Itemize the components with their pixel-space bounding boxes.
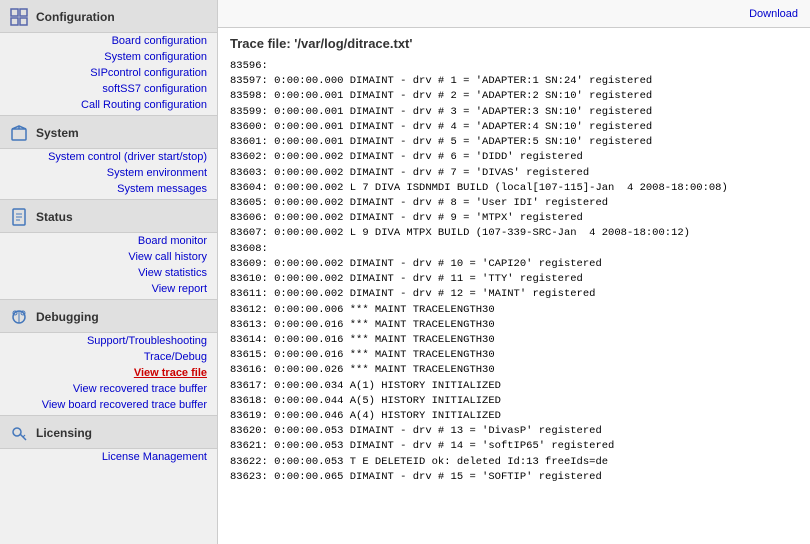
sidebar-item-board-configuration[interactable]: Board configuration <box>0 33 217 49</box>
sidebar-item-license-management[interactable]: License Management <box>0 449 217 465</box>
sidebar-item-view-board-recovered-trace-buffer[interactable]: View board recovered trace buffer <box>0 397 217 413</box>
sidebar-section-licensing: Licensing <box>0 415 217 449</box>
download-link[interactable]: Download <box>749 8 798 20</box>
main-content: Download Trace file: '/var/log/ditrace.t… <box>218 0 810 544</box>
debug-icon <box>8 306 30 328</box>
sidebar-item-softss7-configuration[interactable]: softSS7 configuration <box>0 81 217 97</box>
sidebar-item-view-statistics[interactable]: View statistics <box>0 265 217 281</box>
sidebar-section-status: Status <box>0 199 217 233</box>
trace-file-title: Trace file: '/var/log/ditrace.txt' <box>230 36 798 51</box>
sidebar-section-label-system: System <box>36 126 79 140</box>
sidebar-item-view-trace-file[interactable]: View trace file <box>0 365 217 381</box>
sidebar-item-view-recovered-trace-buffer[interactable]: View recovered trace buffer <box>0 381 217 397</box>
sidebar-item-system-configuration[interactable]: System configuration <box>0 49 217 65</box>
sidebar-item-system-environment[interactable]: System environment <box>0 165 217 181</box>
sidebar-section-label-licensing: Licensing <box>36 426 92 440</box>
sidebar-item-board-monitor[interactable]: Board monitor <box>0 233 217 249</box>
trace-log: 83596: 83597: 0:00:00.000 DIMAINT - drv … <box>230 59 798 485</box>
sidebar-section-system: System <box>0 115 217 149</box>
key-icon <box>8 422 30 444</box>
sidebar-item-sipcontrol-configuration[interactable]: SIPcontrol configuration <box>0 65 217 81</box>
sidebar-section-debugging: Debugging <box>0 299 217 333</box>
topbar: Download <box>218 0 810 28</box>
sidebar: ConfigurationBoard configurationSystem c… <box>0 0 218 544</box>
grid-icon <box>8 6 30 28</box>
sidebar-item-view-call-history[interactable]: View call history <box>0 249 217 265</box>
sidebar-item-call-routing-configuration[interactable]: Call Routing configuration <box>0 97 217 113</box>
doc-icon <box>8 206 30 228</box>
sidebar-item-system-messages[interactable]: System messages <box>0 181 217 197</box>
sidebar-section-label-configuration: Configuration <box>36 10 115 24</box>
box-icon <box>8 122 30 144</box>
sidebar-item-support-troubleshooting[interactable]: Support/Troubleshooting <box>0 333 217 349</box>
sidebar-item-trace-debug[interactable]: Trace/Debug <box>0 349 217 365</box>
sidebar-section-label-status: Status <box>36 210 73 224</box>
trace-content-area: Trace file: '/var/log/ditrace.txt' 83596… <box>218 28 810 544</box>
sidebar-section-configuration: Configuration <box>0 0 217 33</box>
sidebar-section-label-debugging: Debugging <box>36 310 99 324</box>
sidebar-item-system-control[interactable]: System control (driver start/stop) <box>0 149 217 165</box>
sidebar-item-view-report[interactable]: View report <box>0 281 217 297</box>
